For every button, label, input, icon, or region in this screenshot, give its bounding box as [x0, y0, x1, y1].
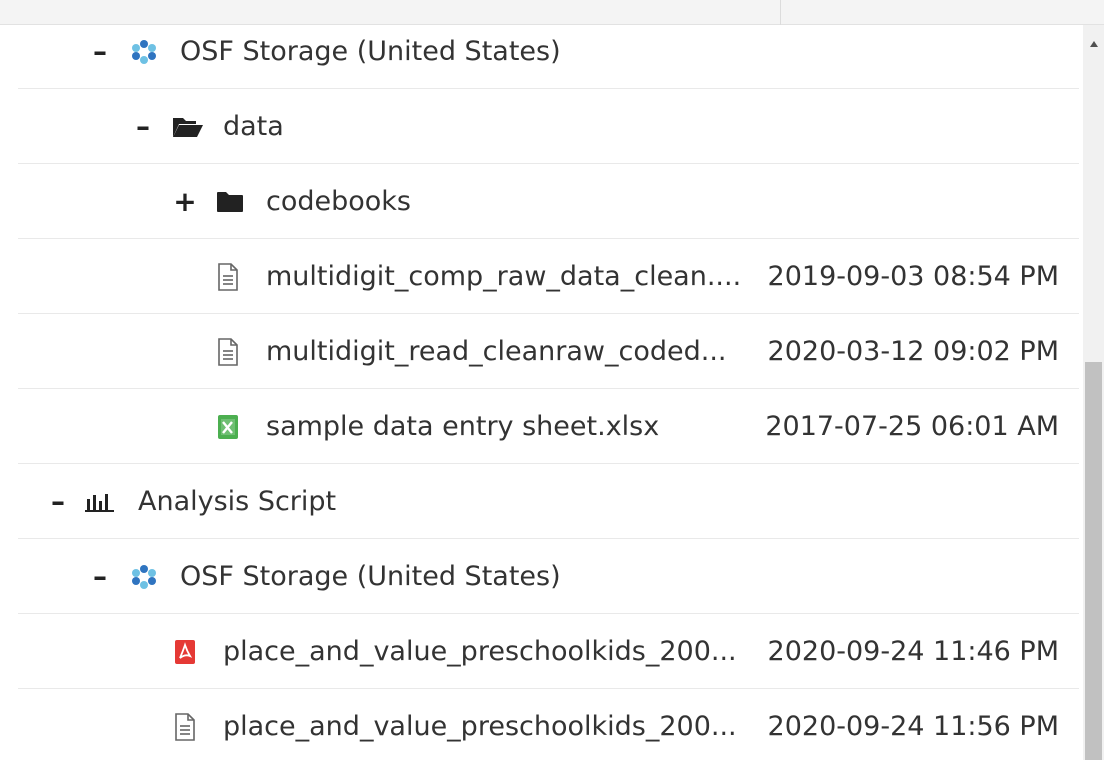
file-name-link[interactable]: multidigit_comp_raw_data_clean....	[266, 239, 741, 314]
osf-storage-icon	[128, 14, 160, 89]
file-name-link[interactable]: sample data entry sheet.xlsx	[266, 389, 659, 464]
file-tree: – OSF Storage (United States) – data + c…	[18, 14, 1079, 760]
file-pdf-icon	[173, 614, 197, 689]
collapse-toggle[interactable]: –	[93, 14, 107, 89]
file-excel-icon	[216, 389, 240, 464]
file-browser: – OSF Storage (United States) – data + c…	[0, 0, 1104, 760]
file-name-link[interactable]: place_and_value_preschoolkids_200...	[223, 614, 737, 689]
folder-icon	[215, 164, 245, 239]
tree-row-folder-codebooks[interactable]: + codebooks	[18, 164, 1079, 239]
file-name-link[interactable]: multidigit_read_cleanraw_coded...	[266, 314, 727, 389]
modified-date: 2020-09-24 11:56 PM	[767, 711, 1059, 742]
modified-date: 2017-07-25 06:01 AM	[765, 411, 1059, 442]
tree-row-component-analysis-script[interactable]: – Analysis Script	[18, 464, 1079, 539]
modified-date: 2019-09-03 08:54 PM	[767, 261, 1059, 292]
file-text-icon	[216, 314, 240, 389]
tree-row-file[interactable]: sample data entry sheet.xlsx 2017-07-25 …	[18, 389, 1079, 464]
scrollbar-thumb[interactable]	[1085, 362, 1102, 760]
expand-toggle[interactable]: +	[173, 164, 196, 239]
collapse-toggle[interactable]: –	[51, 464, 65, 539]
tree-row-label: OSF Storage (United States)	[180, 561, 561, 592]
scroll-up-arrow-icon[interactable]	[1083, 34, 1104, 54]
osf-storage-icon	[128, 539, 160, 614]
collapse-toggle[interactable]: –	[93, 539, 107, 614]
tree-row-file[interactable]: multidigit_comp_raw_data_clean.... 2019-…	[18, 239, 1079, 314]
file-name-link[interactable]: place_and_value_preschoolkids_200...	[223, 689, 737, 760]
tree-row-osf-storage[interactable]: – OSF Storage (United States)	[18, 14, 1079, 89]
tree-row-file[interactable]: multidigit_read_cleanraw_coded... 2020-0…	[18, 314, 1079, 389]
tree-row-label: codebooks	[266, 186, 411, 217]
tree-row-label: OSF Storage (United States)	[180, 36, 561, 67]
analysis-chart-icon	[83, 464, 117, 539]
modified-date: 2020-09-24 11:46 PM	[767, 636, 1059, 667]
tree-row-label: data	[223, 111, 284, 142]
tree-row-osf-storage[interactable]: – OSF Storage (United States)	[18, 539, 1079, 614]
modified-date: 2020-03-12 09:02 PM	[767, 336, 1059, 367]
tree-row-folder-data[interactable]: – data	[18, 89, 1079, 164]
tree-row-label: Analysis Script	[138, 486, 337, 517]
tree-row-file[interactable]: place_and_value_preschoolkids_200... 202…	[18, 689, 1079, 760]
file-text-icon	[173, 689, 197, 760]
tree-row-file[interactable]: place_and_value_preschoolkids_200... 202…	[18, 614, 1079, 689]
file-text-icon	[216, 239, 240, 314]
folder-open-icon	[171, 89, 205, 164]
collapse-toggle[interactable]: –	[136, 89, 150, 164]
